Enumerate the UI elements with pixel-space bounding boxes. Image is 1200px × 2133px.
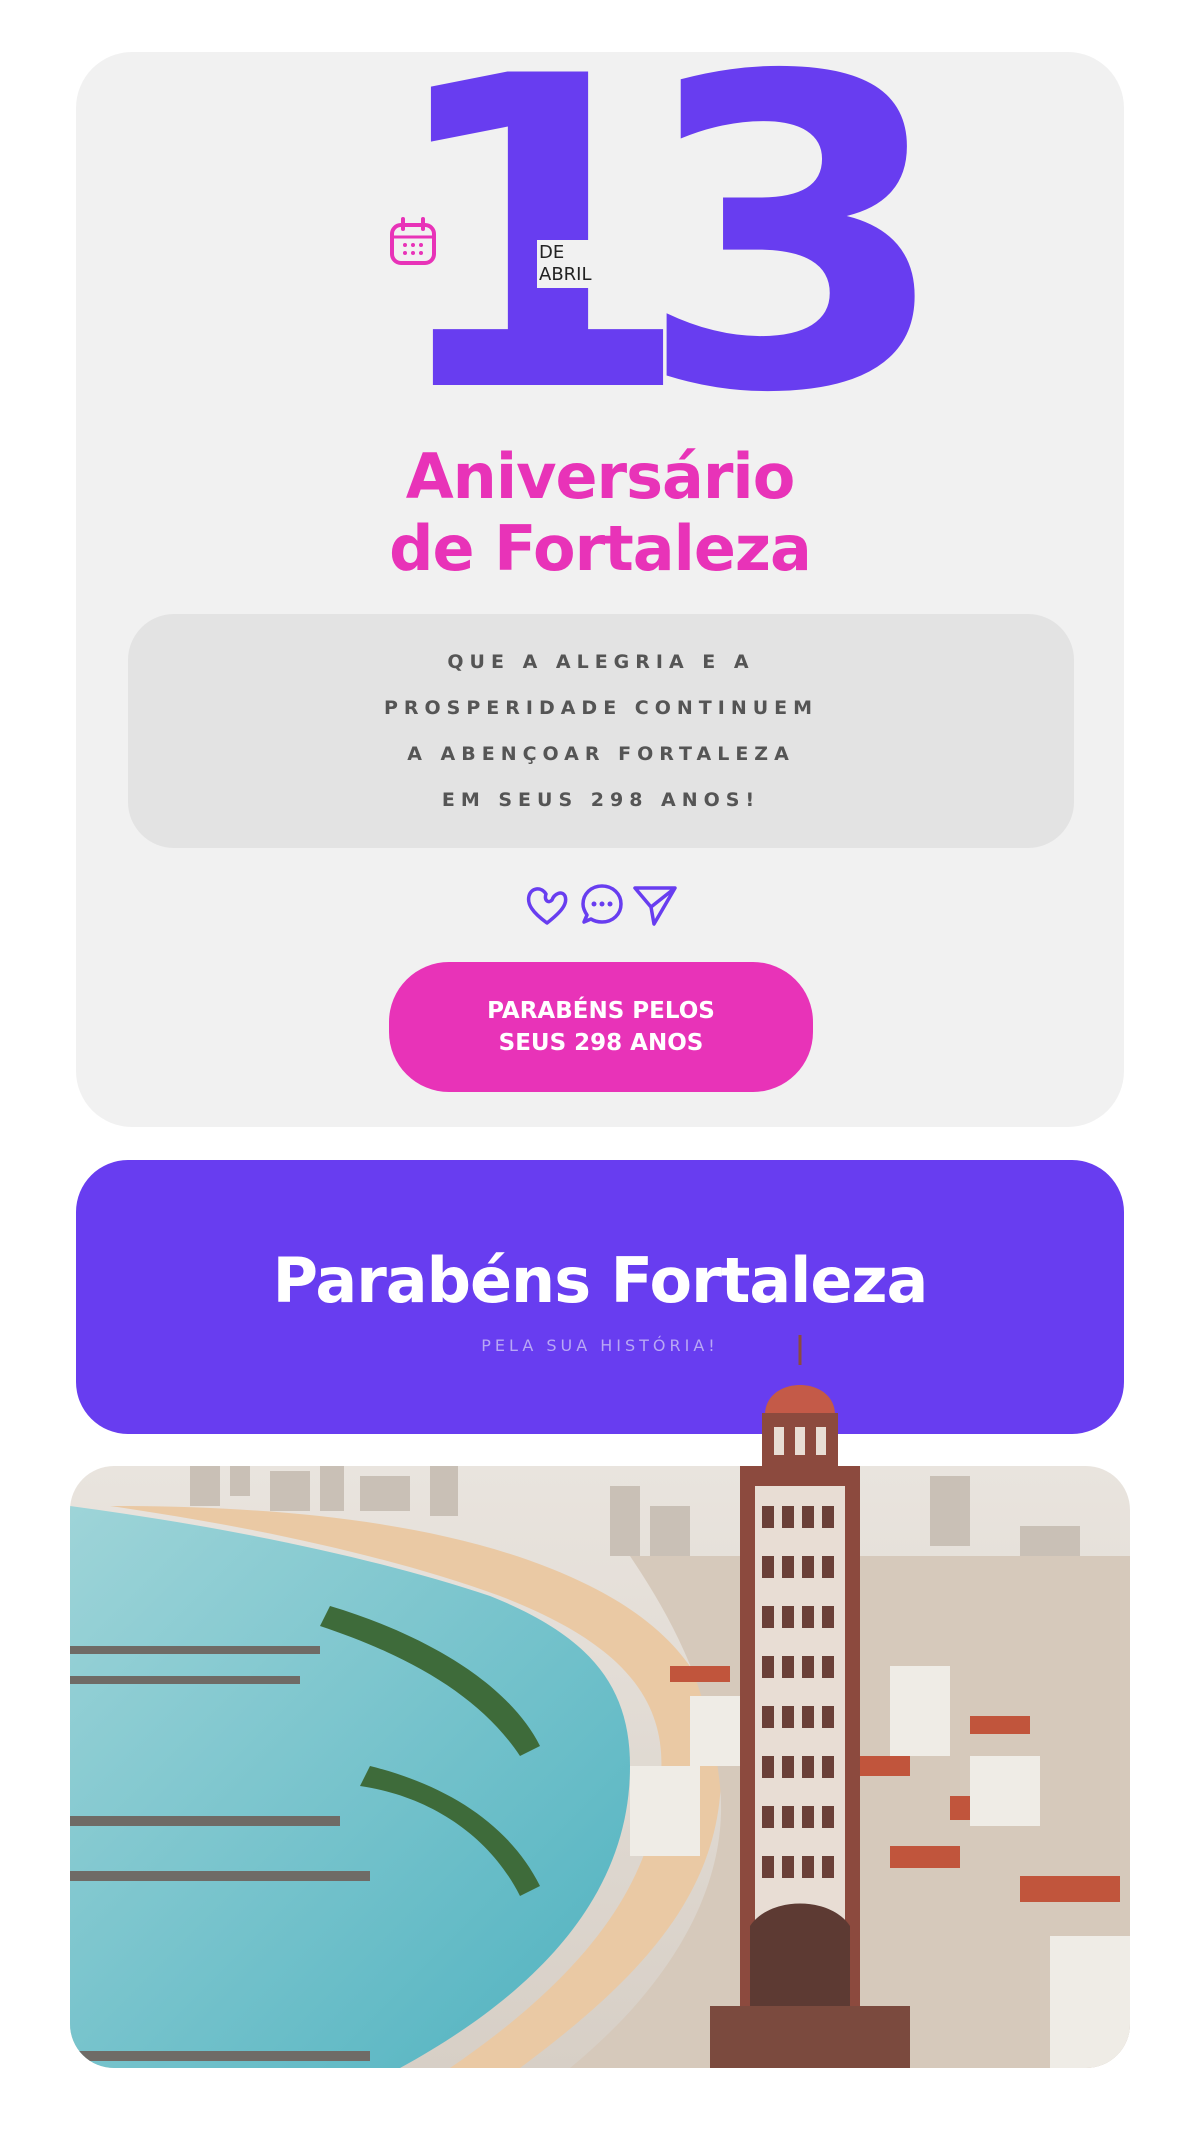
month-label: DE ABRIL	[537, 240, 625, 288]
message-line: PROSPERIDADE CONTINUEM	[383, 697, 819, 719]
message-line: A ABENÇOAR FORTALEZA	[407, 743, 795, 765]
day-number: 13	[380, 0, 951, 487]
tower-dome	[762, 1335, 838, 1475]
social-icons	[524, 882, 680, 928]
message-line: EM SEUS 298 ANOS!	[441, 789, 761, 811]
congrats-button-line-1: PARABÉNS PELOS	[487, 998, 715, 1024]
message-line: QUE A ALEGRIA E A	[447, 651, 755, 673]
city-illustration	[70, 1466, 1130, 2068]
send-icon[interactable]	[632, 882, 678, 928]
congrats-button-line-2: SEUS 298 ANOS	[498, 1030, 704, 1056]
heart-icon[interactable]	[524, 882, 570, 928]
message-box: QUE A ALEGRIA E A PROSPERIDADE CONTINUEM…	[128, 614, 1074, 848]
heading-line-1: Aniversário	[405, 440, 796, 513]
banner-card: Parabéns Fortaleza PELA SUA HISTÓRIA!	[76, 1160, 1124, 1434]
month-name: ABRIL	[539, 264, 592, 285]
chat-bubble-icon[interactable]	[579, 882, 625, 928]
heading-line-2: de Fortaleza	[389, 512, 812, 585]
banner-subtitle: PELA SUA HISTÓRIA!	[481, 1336, 719, 1355]
congrats-button[interactable]: PARABÉNS PELOS SEUS 298 ANOS	[389, 962, 813, 1092]
month-prefix: DE	[539, 242, 565, 263]
banner-title: Parabéns Fortaleza	[272, 1244, 929, 1317]
